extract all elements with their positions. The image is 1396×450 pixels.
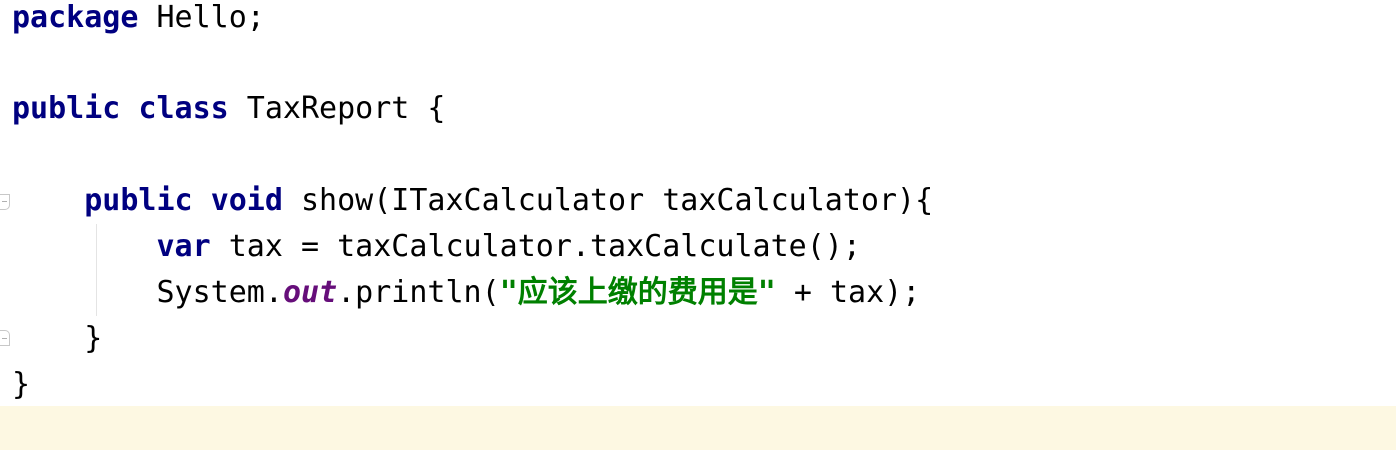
keyword-var: var: [156, 229, 211, 264]
fold-open-icon[interactable]: [0, 194, 10, 210]
fold-close-icon[interactable]: [0, 330, 10, 346]
code-line-class-close[interactable]: }: [12, 362, 30, 408]
method-signature: show(ITaxCalculator taxCalculator){: [282, 183, 934, 218]
keyword-public: public: [12, 91, 121, 126]
keyword-void: void: [210, 183, 283, 218]
code-line-method-declaration[interactable]: public void show(ITaxCalculator taxCalcu…: [12, 178, 933, 224]
code-line-println[interactable]: System.out.println("应该上缴的费用是" + tax);: [12, 270, 921, 316]
string-literal: "应该上缴的费用是": [499, 275, 776, 310]
code-line-package[interactable]: package Hello;: [12, 0, 265, 41]
code-editor[interactable]: package Hello; public class TaxReport { …: [0, 0, 1396, 450]
var-statement: tax = taxCalculator.taxCalculate();: [210, 229, 861, 264]
closing-brace: }: [12, 367, 31, 402]
keyword-public: public: [84, 183, 193, 218]
keyword-package: package: [12, 0, 139, 35]
static-field-out: out: [282, 275, 338, 310]
code-line-var-tax[interactable]: var tax = taxCalculator.taxCalculate();: [12, 224, 861, 270]
code-line-class-declaration[interactable]: public class TaxReport {: [12, 86, 446, 132]
code-line-method-close[interactable]: }: [12, 316, 102, 362]
closing-brace: }: [12, 321, 103, 356]
package-name: Hello;: [138, 0, 265, 35]
println-args: + tax);: [775, 275, 921, 310]
current-line-highlight: [0, 406, 1396, 450]
system-class: System.: [156, 275, 283, 310]
class-name: TaxReport {: [228, 91, 446, 126]
println-call: .println(: [337, 275, 500, 310]
keyword-class: class: [138, 91, 229, 126]
